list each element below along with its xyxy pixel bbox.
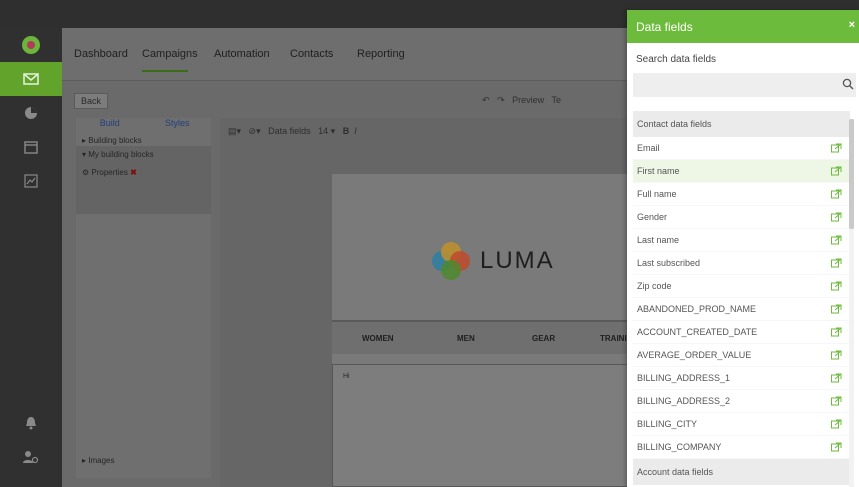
insert-field-icon[interactable] (831, 189, 842, 199)
data-field-row[interactable]: Last name (633, 229, 850, 252)
insert-field-icon[interactable] (831, 212, 842, 222)
calendar-icon[interactable] (0, 130, 62, 164)
data-fields-panel: Data fields × Search data fields Contact… (627, 10, 859, 487)
bold-icon[interactable]: B (343, 126, 350, 136)
data-field-label: Full name (637, 189, 677, 199)
insert-field-icon[interactable] (831, 373, 842, 383)
data-field-label: BILLING_ADDRESS_2 (637, 396, 731, 406)
luma-logo-icon (432, 242, 470, 280)
insert-field-icon[interactable] (831, 396, 842, 406)
data-field-row[interactable]: Gender (633, 206, 850, 229)
data-fields-list: Contact data fields Email First name Full n… (633, 111, 850, 487)
delete-icon[interactable]: ✖ (130, 168, 137, 177)
user-settings-icon[interactable] (0, 440, 62, 474)
insert-field-icon[interactable] (831, 350, 842, 360)
paint-icon[interactable]: ▤▾ (228, 126, 241, 136)
data-field-label: First name (637, 166, 680, 176)
building-blocks-item[interactable]: ▸ Building blocks (82, 136, 142, 145)
my-building-blocks-item[interactable]: ▾ My building blocks (82, 150, 154, 159)
search-icon[interactable] (842, 78, 854, 90)
editor-actions: ↶ ↷ Preview Te (482, 95, 561, 106)
scrollbar-thumb[interactable] (849, 119, 854, 229)
panel-title: Data fields (636, 19, 693, 34)
insert-field-icon[interactable] (831, 258, 842, 268)
data-fields-button[interactable]: Data fields (268, 126, 311, 136)
data-field-row[interactable]: Last subscribed (633, 252, 850, 275)
body-text: Hi (343, 373, 350, 380)
menu-men[interactable]: MEN (457, 334, 475, 343)
data-field-row[interactable]: First name (633, 160, 850, 183)
insert-field-icon[interactable] (831, 281, 842, 291)
insert-field-icon[interactable] (831, 304, 842, 314)
data-field-row[interactable]: BILLING_ADDRESS_1 (633, 367, 850, 390)
logo-icon[interactable] (0, 28, 62, 62)
tab-build[interactable]: Build (76, 118, 144, 132)
redo-icon[interactable]: ↷ (497, 95, 505, 105)
insert-field-icon[interactable] (831, 442, 842, 452)
insert-field-icon[interactable] (831, 327, 842, 337)
field-group-header: Contact data fields (633, 111, 850, 137)
close-icon[interactable]: × (849, 19, 855, 31)
brand-logo: LUMA (432, 242, 555, 280)
data-field-label: Last name (637, 235, 680, 245)
data-field-row[interactable]: BILLING_COMPANY (633, 436, 850, 459)
data-field-row[interactable]: BILLING_ADDRESS_2 (633, 390, 850, 413)
data-field-label: Zip code (637, 281, 672, 291)
images-item[interactable]: ▸ Images (82, 456, 114, 465)
data-field-row[interactable]: Zip code (633, 275, 850, 298)
pie-chart-icon[interactable] (0, 96, 62, 130)
campaigns-icon[interactable] (0, 62, 62, 96)
data-field-label: Last subscribed (637, 258, 701, 268)
data-field-label: BILLING_ADDRESS_1 (637, 373, 731, 383)
menu-gear[interactable]: GEAR (532, 334, 555, 343)
insert-field-icon[interactable] (831, 166, 842, 176)
menu-women[interactable]: WOMEN (362, 334, 394, 343)
nav-automation[interactable]: Automation (214, 48, 270, 60)
app-sidebar (0, 28, 62, 487)
data-field-row[interactable]: Email (633, 137, 850, 160)
italic-icon[interactable]: I (354, 126, 357, 136)
data-field-label: BILLING_CITY (637, 419, 698, 429)
nav-reporting[interactable]: Reporting (357, 48, 405, 60)
data-field-row[interactable]: Full name (633, 183, 850, 206)
bell-icon[interactable] (0, 406, 62, 440)
tab-styles[interactable]: Styles (144, 118, 212, 132)
insert-field-icon[interactable] (831, 143, 842, 153)
data-fields-header: Data fields × (627, 10, 859, 43)
search-input[interactable] (633, 73, 856, 97)
properties-item[interactable]: ⚙ Properties ✖ (82, 168, 137, 177)
scrollbar[interactable] (849, 119, 854, 487)
data-field-label: Email (637, 143, 660, 153)
test-button[interactable]: Te (551, 95, 561, 105)
link-icon[interactable]: ⊘▾ (249, 126, 261, 136)
insert-field-icon[interactable] (831, 235, 842, 245)
brand-name: LUMA (480, 247, 555, 274)
data-field-label: BILLING_COMPANY (637, 442, 722, 452)
data-field-row[interactable]: AVERAGE_ORDER_VALUE (633, 344, 850, 367)
reports-icon[interactable] (0, 164, 62, 198)
menu-training[interactable]: TRAINI (600, 334, 627, 343)
back-button[interactable]: Back (74, 93, 108, 109)
nav-campaigns[interactable]: Campaigns (142, 48, 198, 60)
field-group-header: Account data fields (633, 459, 850, 485)
my-building-blocks-section: ▾ My building blocks ⚙ Properties ✖ (76, 146, 211, 214)
data-field-row[interactable]: BILLING_CITY (633, 413, 850, 436)
data-field-row[interactable]: ACCOUNT_CREATED_DATE (633, 321, 850, 344)
font-size-select[interactable]: 14 ▾ (318, 126, 335, 136)
data-field-row[interactable]: ABANDONED_PROD_NAME (633, 298, 850, 321)
data-field-label: AVERAGE_ORDER_VALUE (637, 350, 752, 360)
insert-field-icon[interactable] (831, 419, 842, 429)
search-label: Search data fields (636, 54, 717, 65)
preview-button[interactable]: Preview (512, 95, 544, 105)
nav-dashboard[interactable]: Dashboard (74, 48, 128, 60)
data-field-label: ACCOUNT_CREATED_DATE (637, 327, 758, 337)
data-field-label: ABANDONED_PROD_NAME (637, 304, 757, 314)
builder-panel: Build Styles ▸ Building blocks ▾ My buil… (76, 118, 211, 478)
nav-contacts[interactable]: Contacts (290, 48, 333, 60)
undo-icon[interactable]: ↶ (482, 95, 490, 105)
data-field-label: Gender (637, 212, 668, 222)
active-nav-indicator (142, 70, 188, 72)
